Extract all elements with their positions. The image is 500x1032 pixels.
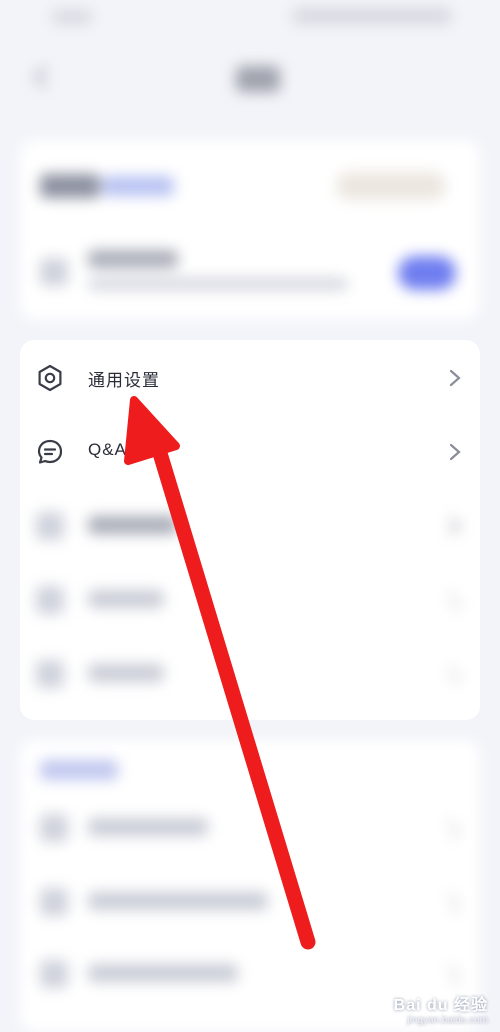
row-icon [36, 586, 64, 614]
settings-row-blurred[interactable] [20, 490, 480, 562]
back-arrow-icon[interactable] [28, 64, 54, 90]
account-card [20, 140, 480, 320]
status-time [52, 10, 92, 24]
account-name [40, 174, 100, 198]
setting-subtitle [88, 278, 348, 290]
chevron-right-icon [439, 892, 461, 914]
page-header [0, 50, 500, 110]
setting-icon [40, 258, 68, 286]
settings-row-qa[interactable]: Q&A [20, 416, 480, 488]
row-icon [40, 960, 68, 988]
chevron-right-icon [439, 664, 461, 686]
account-tag [102, 176, 174, 196]
row-label [88, 892, 268, 910]
row-label [88, 516, 178, 534]
chevron-right-icon [439, 964, 461, 986]
row-label [88, 818, 208, 836]
settings-row-label: 通用设置 [88, 371, 160, 390]
chevron-right-icon [439, 590, 461, 612]
toggle-switch[interactable] [398, 256, 456, 290]
settings-card: 通用设置 Q&A [20, 340, 480, 720]
watermark-text: Bai du 经验 [393, 997, 488, 1014]
settings-row-blurred[interactable] [20, 638, 480, 710]
bottom-card [20, 740, 480, 1032]
settings-row-blurred[interactable] [20, 564, 480, 636]
chevron-right-icon [449, 369, 461, 387]
chevron-right-icon [439, 818, 461, 840]
account-badge[interactable] [336, 172, 446, 200]
row-icon [40, 888, 68, 916]
row-icon [36, 660, 64, 688]
page-title [236, 66, 280, 92]
row-icon [36, 512, 64, 540]
section-title [40, 760, 118, 780]
chevron-right-icon [449, 517, 461, 535]
row-icon [40, 814, 68, 842]
row-label [88, 964, 238, 982]
watermark: Bai du 经验 jingyan.baidu.com [394, 991, 488, 1026]
status-indicators [292, 8, 452, 24]
settings-row-label: Q&A [88, 440, 127, 459]
watermark-url: jingyan.baidu.com [407, 1015, 488, 1026]
row-label [88, 664, 164, 682]
status-bar [0, 0, 500, 36]
chevron-right-icon [449, 443, 461, 461]
chat-icon [37, 439, 63, 464]
settings-row-general[interactable]: 通用设置 [20, 342, 480, 414]
setting-title [88, 250, 178, 268]
gear-icon [38, 364, 62, 392]
row-label [88, 590, 164, 608]
